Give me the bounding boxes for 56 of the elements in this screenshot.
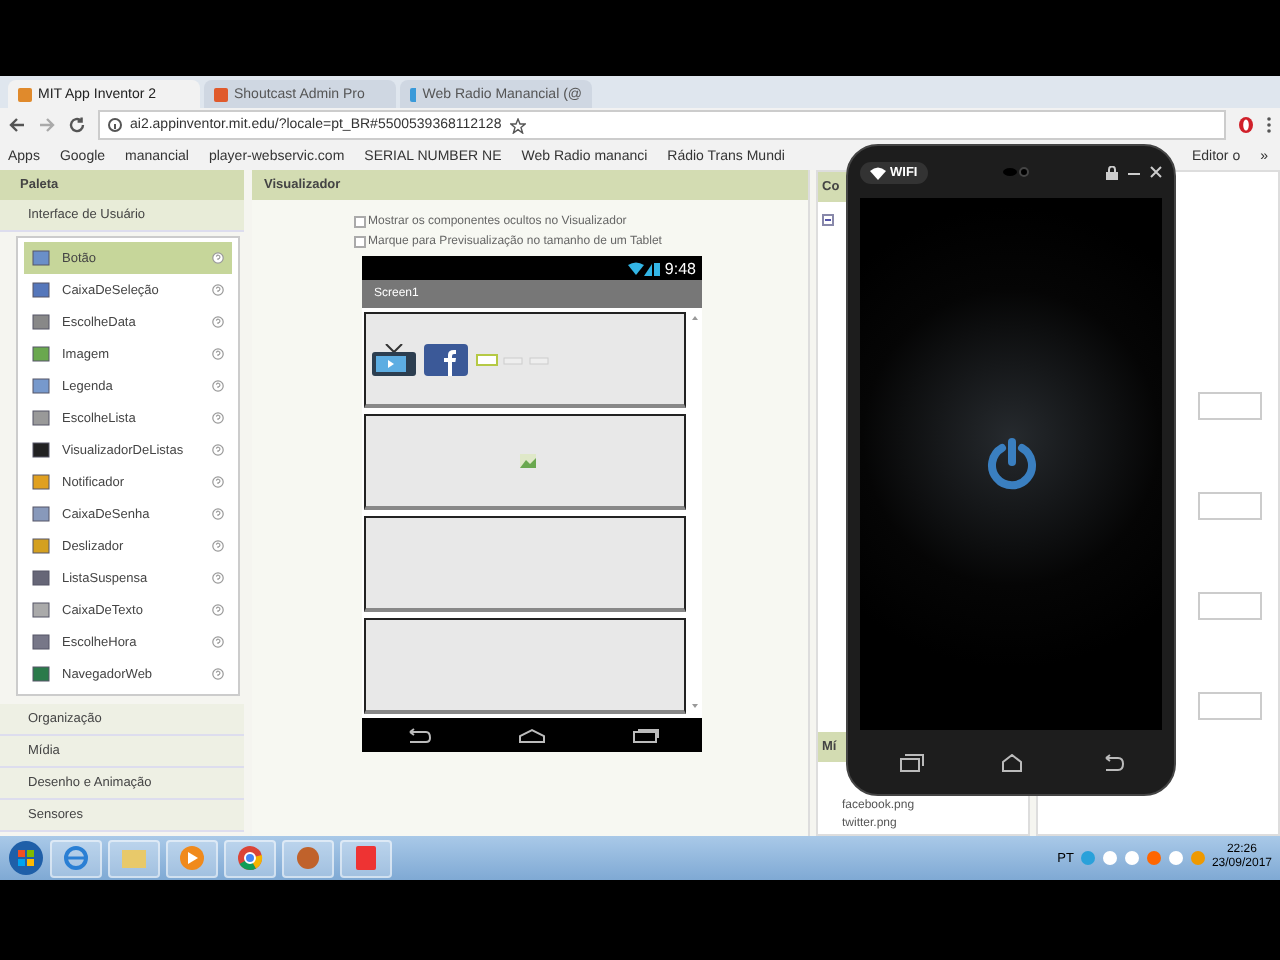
close-icon[interactable] (1150, 166, 1162, 178)
property-field[interactable] (1198, 492, 1262, 520)
arrangement-panel[interactable] (364, 312, 686, 408)
help-icon[interactable] (212, 668, 224, 680)
opera-icon[interactable] (1238, 116, 1254, 134)
recent-apps-icon (631, 727, 660, 743)
help-icon[interactable] (212, 284, 224, 296)
help-icon[interactable] (212, 636, 224, 648)
help-icon[interactable] (212, 348, 224, 360)
wifi-icon (870, 165, 886, 179)
app-icon[interactable] (352, 844, 380, 872)
arrangement-panel[interactable] (364, 618, 686, 714)
help-icon[interactable] (212, 476, 224, 488)
tv-icon (372, 343, 416, 375)
ie-icon[interactable] (62, 844, 90, 872)
lock-icon[interactable] (1106, 165, 1118, 179)
forward-icon[interactable] (38, 116, 56, 134)
help-icon[interactable] (212, 572, 224, 584)
tab-favicon-icon (410, 87, 417, 101)
chrome-icon[interactable] (236, 844, 264, 872)
checkbox[interactable] (354, 216, 366, 228)
back-icon (404, 727, 433, 743)
property-field[interactable] (1198, 592, 1262, 620)
recent-apps-icon[interactable] (899, 753, 923, 771)
help-icon[interactable] (212, 444, 224, 456)
menu-icon[interactable] (1266, 116, 1272, 134)
property-field[interactable] (1198, 392, 1262, 420)
power-icon[interactable] (985, 438, 1037, 490)
help-icon[interactable] (212, 508, 224, 520)
arrangement-panel[interactable] (364, 414, 686, 510)
info-icon (108, 118, 122, 132)
image-icon (520, 454, 536, 468)
property-field[interactable] (1198, 692, 1262, 720)
status-time: 9:48 (664, 259, 696, 277)
help-icon[interactable] (212, 252, 224, 264)
help-icon[interactable] (212, 604, 224, 616)
facebook-icon (424, 343, 468, 375)
start-button[interactable] (8, 840, 44, 876)
home-icon (517, 727, 546, 743)
tab-favicon-icon (18, 87, 32, 101)
checkbox[interactable] (354, 236, 366, 248)
help-icon[interactable] (212, 540, 224, 552)
help-icon[interactable] (212, 380, 224, 392)
help-icon[interactable] (212, 316, 224, 328)
button-placeholder-drawing (476, 353, 552, 365)
back-icon[interactable] (8, 116, 26, 134)
camera-drawing (1002, 166, 1031, 178)
star-icon[interactable] (509, 117, 526, 133)
home-icon[interactable] (1001, 753, 1021, 771)
media-player-icon[interactable] (178, 844, 206, 872)
help-icon[interactable] (212, 412, 224, 424)
arrangement-panel[interactable] (364, 516, 686, 612)
reload-icon[interactable] (68, 116, 86, 134)
collapse-icon[interactable] (822, 214, 834, 226)
signal-icon (628, 261, 661, 275)
tab-favicon-icon (214, 87, 228, 101)
